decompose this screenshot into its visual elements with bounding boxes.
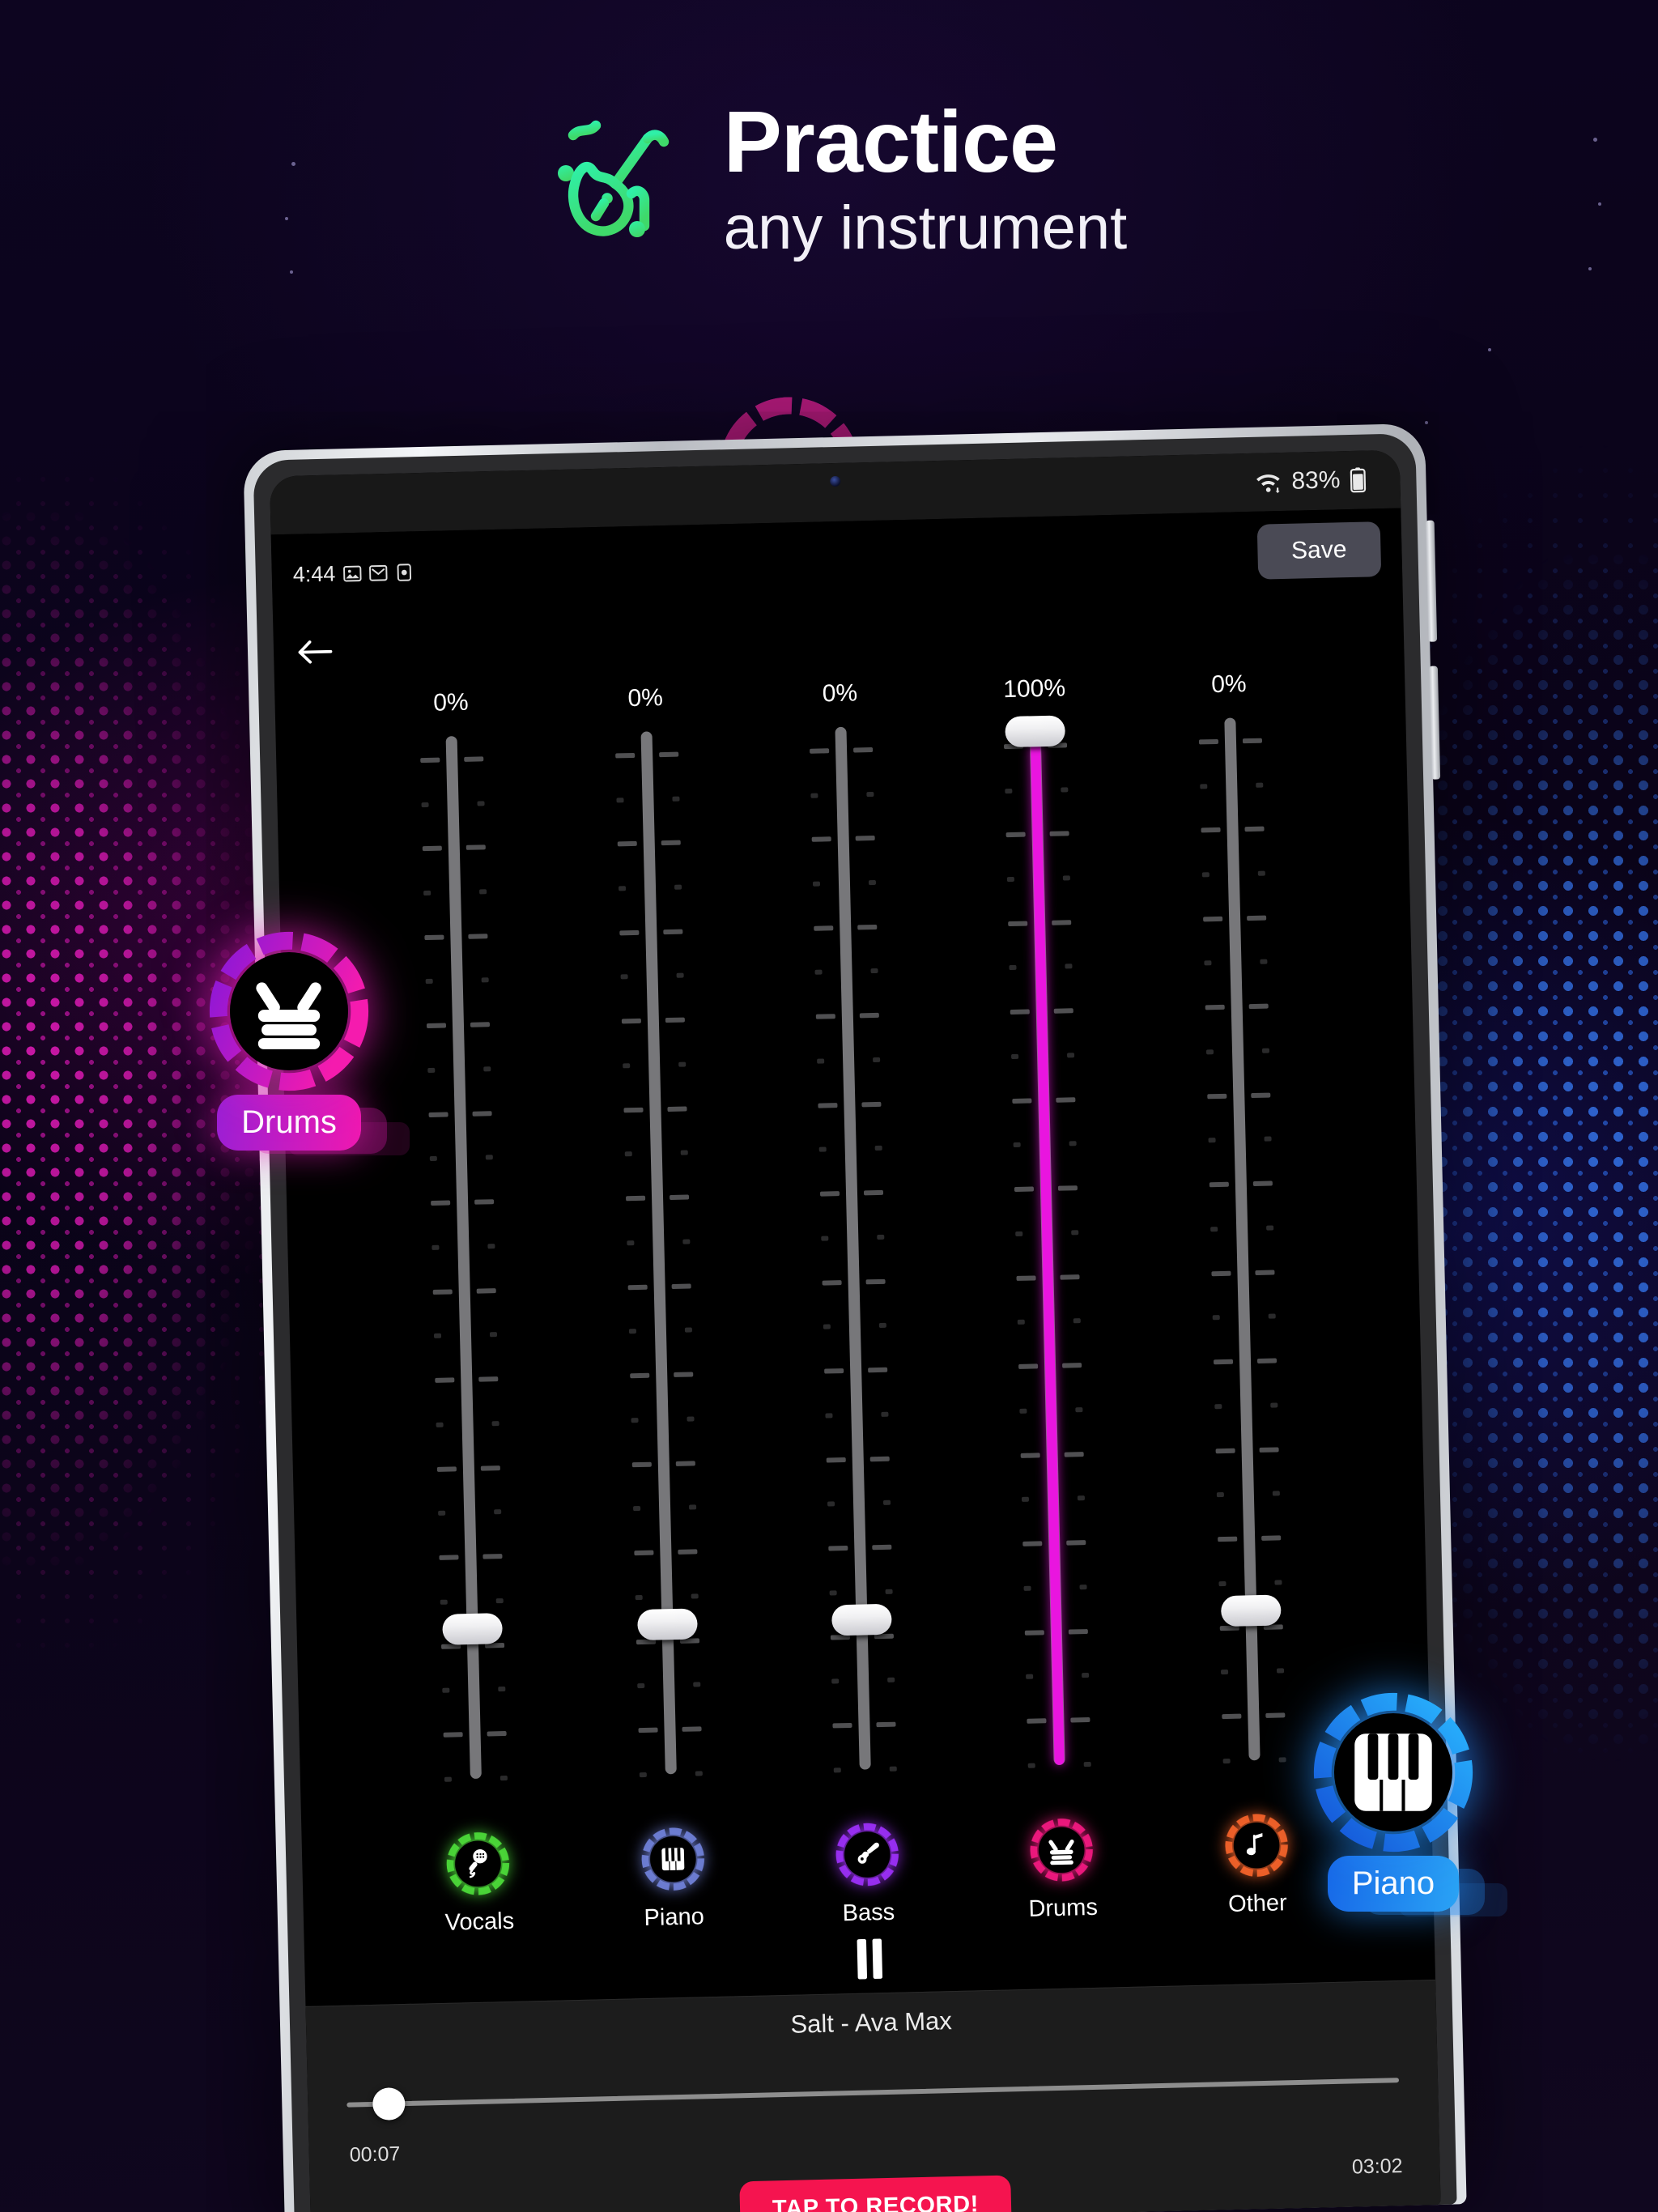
wifi-icon (1254, 470, 1282, 495)
save-button[interactable]: Save (1256, 521, 1382, 580)
mixer-channel-piano: 0% Piano (585, 683, 735, 1933)
instrument-label: Bass (842, 1899, 895, 1927)
page-header: Practice any instrument (0, 96, 1658, 265)
tablet-device: 83% 4:44 Save 0% Vocals 0% Piano 0% Bass… (243, 423, 1467, 2212)
channel-instrument[interactable]: Drums (1026, 1814, 1098, 1923)
piano-badge-label: Piano (1327, 1856, 1460, 1912)
record-button[interactable]: TAP TO RECORD! (739, 2175, 1012, 2212)
instrument-label: Drums (1028, 1894, 1099, 1922)
pause-icon[interactable] (854, 1938, 886, 1980)
mixer-channel-bass: 0% Bass (779, 678, 929, 1928)
mixer-channel-vocals: 0% Vocals (390, 687, 541, 1937)
piano-badge-orb[interactable] (1305, 1684, 1482, 1861)
header-text-block: Practice any instrument (724, 96, 1127, 265)
instrument-ring[interactable] (443, 1828, 514, 1899)
floating-badge-drums[interactable]: Drums (155, 923, 423, 1151)
elapsed-time-label: 00:07 (349, 2142, 401, 2167)
drum-badge-label: Drums (217, 1095, 361, 1151)
fader-thumb[interactable] (636, 1608, 698, 1641)
background-speck (1425, 421, 1428, 424)
channel-fader[interactable] (796, 726, 910, 1806)
instrument-ring[interactable] (637, 1823, 708, 1895)
guitar-icon (851, 1838, 884, 1871)
now-playing-panel: Salt - Ava Max 00:07 03:02 TAP TO RECORD… (305, 1980, 1441, 2212)
tablet-screen: 83% 4:44 Save 0% Vocals 0% Piano 0% Bass… (269, 449, 1441, 2212)
arrow-left-icon[interactable] (296, 636, 334, 669)
channel-fader[interactable] (991, 715, 1105, 1802)
seek-bar[interactable] (346, 2056, 1400, 2129)
seek-thumb[interactable] (372, 2087, 406, 2121)
seek-track[interactable] (346, 2078, 1400, 2108)
drum-icon (1044, 1832, 1079, 1867)
microphone-icon (461, 1846, 495, 1881)
channel-fader[interactable] (407, 735, 521, 1815)
page-subtitle: any instrument (723, 194, 1128, 263)
fader-thumb[interactable] (1220, 1594, 1282, 1627)
instrument-ring[interactable] (1026, 1814, 1097, 1886)
mail-notification-icon (368, 564, 388, 583)
channel-fader[interactable] (1185, 717, 1299, 1797)
channel-percent-label: 0% (822, 679, 858, 708)
channel-percent-label: 0% (432, 688, 469, 717)
image-notification-icon (342, 564, 362, 583)
clock-label: 4:44 (292, 561, 336, 587)
instrument-label: Vocals (444, 1908, 515, 1936)
app-notification-icon (394, 563, 414, 582)
guitar-music-note-icon (531, 100, 693, 262)
channel-percent-label: 100% (1002, 674, 1066, 704)
battery-icon (1350, 467, 1367, 493)
channel-instrument[interactable]: Vocals (443, 1828, 515, 1937)
channel-percent-label: 0% (1210, 670, 1248, 699)
channel-instrument[interactable]: Piano (637, 1823, 709, 1932)
floating-badge-piano[interactable]: Piano (1260, 1684, 1527, 1912)
piano-keys-icon (1353, 1732, 1434, 1817)
battery-percent-label: 83% (1290, 466, 1341, 495)
drum-badge-orb[interactable] (201, 923, 377, 1100)
fader-tick-marks (991, 721, 1104, 1768)
background-speck (1588, 267, 1592, 270)
fader-thumb[interactable] (831, 1603, 892, 1636)
instrument-label: Piano (644, 1904, 705, 1932)
piano-keys-icon (657, 1843, 690, 1876)
background-speck (1488, 348, 1491, 351)
clock-and-notifications: 4:44 (292, 559, 413, 587)
background-speck (290, 270, 293, 274)
channel-fader[interactable] (602, 730, 716, 1810)
channel-instrument[interactable]: Bass (831, 1819, 903, 1928)
fader-thumb[interactable] (1005, 715, 1066, 748)
mixer-channel-drums: 100% Drums (973, 674, 1124, 1923)
duration-label: 03:02 (1351, 2155, 1403, 2179)
fader-thumb[interactable] (442, 1613, 504, 1646)
tablet-bezel: 83% 4:44 Save 0% Vocals 0% Piano 0% Bass… (253, 433, 1457, 2212)
channel-percent-label: 0% (627, 684, 664, 713)
instrument-ring[interactable] (831, 1819, 903, 1891)
drum-icon (246, 965, 332, 1055)
page-title: Practice (723, 92, 1058, 190)
